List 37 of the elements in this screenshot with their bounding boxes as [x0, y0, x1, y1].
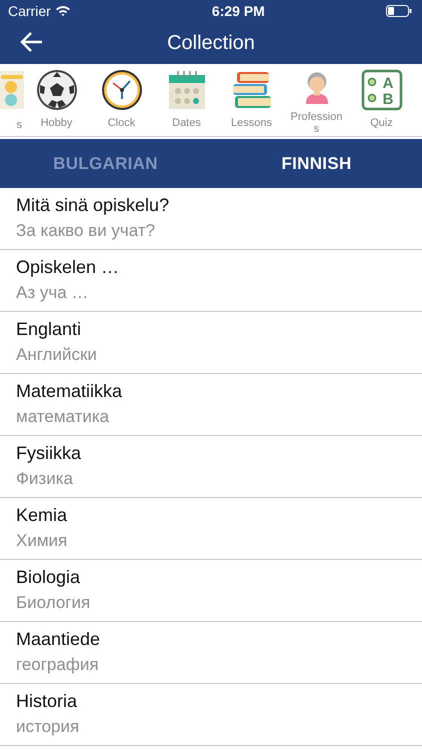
category-item[interactable]: Hobby	[24, 64, 89, 136]
soccer-ball-icon	[36, 69, 78, 111]
phrase-text: Biologia	[16, 566, 82, 589]
language-tab[interactable]: FINNISH	[211, 139, 422, 188]
category-item[interactable]: Lessons	[219, 64, 284, 136]
translation-text: география	[16, 654, 100, 676]
books-icon	[230, 69, 272, 111]
translation-text: история	[16, 716, 80, 738]
translation-text: Химия	[16, 530, 68, 552]
phrase-text: Opiskelen …	[16, 256, 120, 279]
back-button[interactable]	[20, 31, 44, 53]
translation-text: Английски	[16, 344, 98, 366]
category-item[interactable]: Professions	[284, 64, 349, 136]
phrase-text: Matematiikka	[16, 380, 124, 403]
phrase-text: Fysiikka	[16, 442, 82, 465]
translation-text: математика	[16, 406, 110, 428]
category-item[interactable]: Clock	[89, 64, 154, 136]
phrase-text: Englanti	[16, 318, 82, 341]
phrase-text: Maantiede	[16, 628, 102, 651]
wifi-icon	[54, 5, 71, 17]
screen-title: Collection	[167, 31, 255, 56]
phrase-text: Mitä sinä opiskelu?	[16, 194, 170, 217]
carrier-label: Carrier	[8, 2, 51, 20]
category-item[interactable]: Dates	[154, 64, 219, 136]
phrase-text: Kemia	[16, 504, 68, 527]
translation-text: Биология	[16, 592, 92, 614]
clock-time: 6:29 PM	[212, 2, 265, 20]
quiz-icon: A B	[360, 69, 402, 111]
phrase-text: Historia	[16, 690, 78, 713]
category-item[interactable]: A B Quiz	[349, 64, 414, 136]
clock-icon	[100, 69, 142, 111]
category-item[interactable]: s	[0, 64, 24, 136]
translation-text: За какво ви учат?	[16, 220, 156, 242]
language-tab[interactable]: BULGARIAN	[0, 139, 211, 188]
translation-text: Аз уча …	[16, 282, 90, 304]
battery-icon	[386, 5, 412, 17]
translation-text: Физика	[16, 468, 74, 490]
